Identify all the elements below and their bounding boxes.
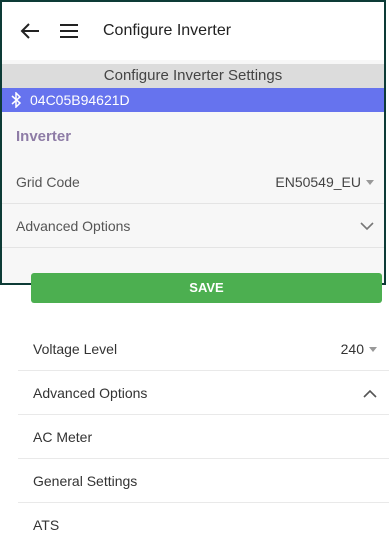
settings-subheader: Configure Inverter Settings	[2, 64, 384, 88]
grid-code-label: Grid Code	[16, 173, 80, 190]
voltage-level-select[interactable]: Voltage Level 240	[18, 327, 389, 371]
dropdown-caret-icon	[369, 347, 377, 352]
advanced-options-label: Advanced Options	[16, 217, 131, 234]
chevron-up-icon	[363, 385, 377, 401]
top-app-bar: Configure Inverter	[2, 2, 384, 60]
menu-item-label: AC Meter	[33, 428, 93, 445]
save-button[interactable]: SAVE	[31, 273, 382, 303]
voltage-level-value: 240	[340, 340, 364, 357]
section-heading-inverter: Inverter	[16, 128, 72, 145]
back-arrow-icon[interactable]	[20, 20, 42, 42]
bluetooth-icon	[10, 91, 24, 109]
menu-item-ats[interactable]: ATS	[18, 503, 389, 547]
advanced-options-label: Advanced Options	[33, 384, 148, 401]
menu-item-label: General Settings	[33, 472, 138, 489]
hamburger-menu-icon[interactable]	[59, 20, 81, 42]
dropdown-caret-icon	[366, 180, 374, 185]
voltage-level-label: Voltage Level	[33, 340, 118, 357]
menu-item-general-settings[interactable]: General Settings	[18, 459, 389, 503]
page-title: Configure Inverter	[103, 22, 232, 39]
advanced-options-toggle[interactable]: Advanced Options	[2, 204, 384, 248]
chevron-down-icon	[360, 218, 374, 234]
menu-item-ac-meter[interactable]: AC Meter	[18, 415, 389, 459]
grid-code-select[interactable]: Grid Code EN50549_EU	[2, 160, 384, 204]
advanced-options-expanded-toggle[interactable]: Advanced Options	[18, 371, 389, 415]
menu-item-label: ATS	[33, 517, 60, 533]
device-id: 04C05B94621D	[30, 92, 130, 108]
grid-code-value: EN50549_EU	[275, 173, 361, 190]
configure-inverter-panel: Configure Inverter Configure Inverter Se…	[0, 0, 386, 285]
bluetooth-device-bar: 04C05B94621D	[2, 88, 384, 112]
